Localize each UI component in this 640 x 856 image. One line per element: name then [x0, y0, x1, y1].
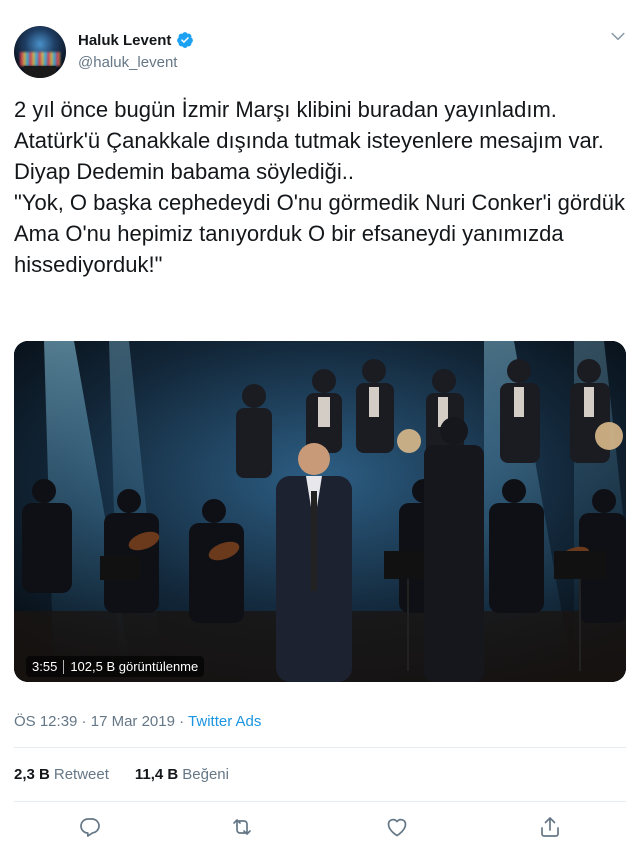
video-thumbnail	[14, 341, 626, 682]
meta-separator: ·	[77, 713, 91, 730]
tweet-card: Haluk Levent @haluk_levent 2 yıl önce bu…	[0, 0, 640, 856]
like-label: Beğeni	[182, 766, 229, 783]
tweet-meta: ÖS 12:39 · 17 Mar 2019 · Twitter Ads	[14, 713, 261, 730]
retweet-count: 2,3 B	[14, 766, 50, 783]
like-stat[interactable]: 11,4 B Beğeni	[135, 766, 229, 783]
video-player[interactable]	[14, 341, 626, 682]
video-views: 102,5 B görüntülenme	[70, 659, 199, 674]
retweet-icon[interactable]	[230, 815, 254, 839]
chevron-down-icon[interactable]	[608, 26, 628, 46]
tweet-stats: 2,3 B Retweet 11,4 B Beğeni	[14, 766, 229, 783]
divider	[14, 747, 626, 748]
tweet-date[interactable]: 17 Mar 2019	[91, 713, 175, 730]
action-bar	[0, 815, 640, 841]
share-icon[interactable]	[538, 815, 562, 839]
tweet-time[interactable]: ÖS 12:39	[14, 713, 77, 730]
retweet-stat[interactable]: 2,3 B Retweet	[14, 766, 109, 783]
reply-icon[interactable]	[78, 815, 102, 839]
meta-separator-2: ·	[174, 713, 189, 730]
divider	[14, 801, 626, 802]
badge-divider	[63, 659, 65, 674]
user-handle[interactable]: @haluk_levent	[78, 54, 177, 71]
video-duration: 3:55	[32, 659, 58, 674]
author-name-row[interactable]: Haluk Levent	[78, 31, 194, 49]
retweet-label: Retweet	[53, 766, 109, 783]
like-count: 11,4 B	[134, 766, 179, 783]
heart-icon[interactable]	[385, 815, 409, 839]
tweet-source-link[interactable]: Twitter Ads	[188, 713, 261, 730]
tweet-text: 2 yıl önce bugün İzmir Marşı klibini bur…	[14, 97, 625, 277]
display-name[interactable]: Haluk Levent	[78, 32, 171, 49]
verified-badge-icon	[177, 32, 194, 48]
avatar[interactable]	[14, 26, 66, 78]
video-info-badge: 3:55 102,5 B görüntülenme	[26, 656, 205, 677]
